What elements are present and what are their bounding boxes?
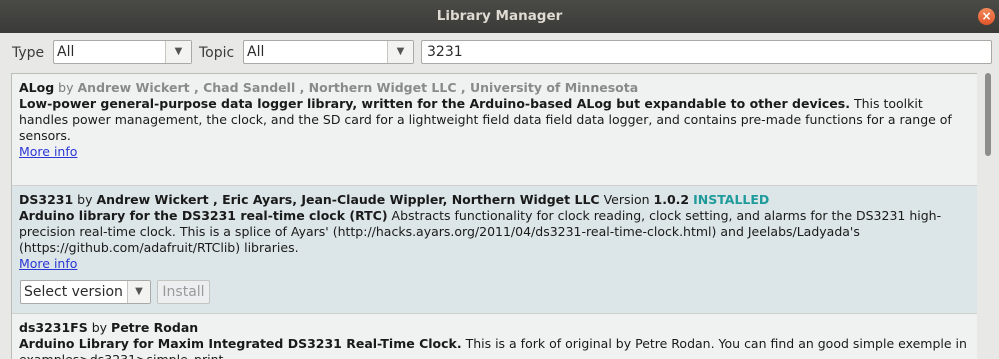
type-value: All	[57, 44, 75, 60]
by-label: by	[77, 192, 93, 207]
chevron-down-icon: ▼	[127, 281, 150, 303]
topic-value: All	[247, 44, 265, 60]
library-item-alog[interactable]: ALog by Andrew Wickert , Chad Sandell , …	[12, 74, 978, 186]
window-title: Library Manager	[436, 8, 563, 24]
version-select[interactable]: Select version ▼	[20, 280, 151, 304]
version-label: Version	[603, 192, 650, 207]
type-dropdown[interactable]: All ▼	[53, 40, 192, 64]
library-description: Low-power general-purpose data logger li…	[19, 96, 970, 144]
library-header: DS3231 by Andrew Wickert , Eric Ayars, J…	[19, 192, 970, 208]
library-list: ALog by Andrew Wickert , Chad Sandell , …	[11, 73, 978, 359]
scrollbar-thumb[interactable]	[985, 73, 991, 156]
topic-dropdown[interactable]: All ▼	[243, 40, 414, 64]
topic-label: Topic	[199, 45, 235, 61]
library-authors: Andrew Wickert , Eric Ayars, Jean-Claude…	[96, 192, 600, 207]
library-name: ds3231FS	[19, 320, 88, 335]
library-authors: Petre Rodan	[111, 320, 199, 335]
chevron-down-icon: ▼	[387, 41, 413, 63]
select-version-label: Select version	[24, 284, 123, 300]
library-item-ds3231[interactable]: DS3231 by Andrew Wickert , Eric Ayars, J…	[12, 186, 978, 314]
version-number: 1.0.2	[653, 192, 690, 207]
library-description: Arduino Library for Maxim Integrated DS3…	[19, 336, 970, 359]
library-name: DS3231	[19, 192, 74, 207]
vertical-scrollbar[interactable]	[977, 73, 999, 358]
library-authors: Andrew Wickert , Chad Sandell , Northern…	[77, 80, 639, 95]
search-value: 3231	[427, 44, 463, 60]
chevron-down-icon: ▼	[165, 41, 191, 63]
description-summary: Arduino library for the DS3231 real-time…	[19, 208, 388, 223]
library-description: Arduino library for the DS3231 real-time…	[19, 208, 970, 256]
more-info-link[interactable]: More info	[19, 144, 77, 159]
more-info-link[interactable]: More info	[19, 256, 77, 271]
filter-bar: Type All ▼ Topic All ▼ 3231	[0, 33, 999, 73]
by-label: by	[58, 80, 74, 95]
description-summary: Low-power general-purpose data logger li…	[19, 96, 850, 111]
title-bar: Library Manager ×	[0, 0, 999, 33]
close-icon[interactable]: ×	[978, 8, 995, 25]
by-label: by	[91, 320, 108, 335]
type-label: Type	[12, 45, 45, 61]
install-button[interactable]: Install	[157, 280, 210, 304]
library-header: ds3231FS by Petre Rodan	[19, 320, 970, 336]
installed-badge: INSTALLED	[693, 192, 770, 207]
library-name: ALog	[19, 80, 55, 95]
library-header: ALog by Andrew Wickert , Chad Sandell , …	[19, 80, 970, 96]
description-summary: Arduino Library for Maxim Integrated DS3…	[19, 336, 462, 351]
library-item-ds3231fs[interactable]: ds3231FS by Petre Rodan Arduino Library …	[12, 314, 978, 359]
search-input[interactable]: 3231	[421, 40, 992, 64]
